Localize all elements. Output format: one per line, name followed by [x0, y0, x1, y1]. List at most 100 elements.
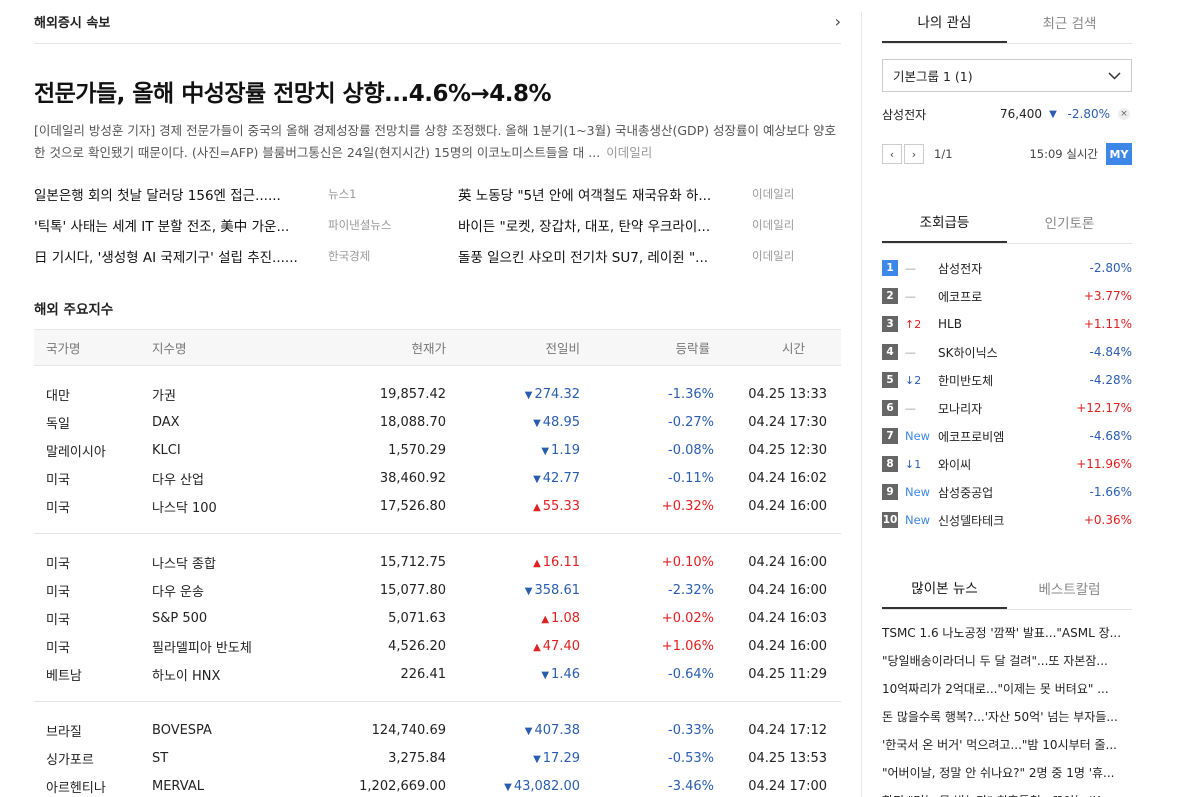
cell-index-name[interactable]: 가권: [152, 381, 312, 409]
cell-country: 베트남: [46, 669, 82, 684]
tab-search-surge[interactable]: 조회급등: [882, 200, 1007, 243]
rank-change: —: [905, 261, 916, 275]
cell-time: 04.24 17:30: [748, 415, 827, 430]
cell-index-name[interactable]: 하노이 HNX: [152, 661, 312, 689]
rank-number: 1: [882, 260, 898, 276]
cell-change: ▼ 48.95: [446, 409, 580, 437]
group-spacer: [34, 534, 841, 549]
ranking-item[interactable]: 1 — 삼성전자 -2.80%: [882, 254, 1132, 282]
cell-rate: +1.06%: [661, 639, 714, 654]
news-item[interactable]: '틱톡' 사태는 세계 IT 분할 전조, 美中 가운... 파이낸셜뉴스: [34, 209, 458, 240]
list-item[interactable]: 10억짜리가 2억대로..."이제는 못 버텨요" ...: [882, 674, 1132, 702]
ranking-item[interactable]: 10 New 신성델타테크 +0.36%: [882, 506, 1132, 534]
list-item[interactable]: 한전 "더는 못 받는다" 최후통첩...꼬이는 'K...: [882, 786, 1132, 797]
cell-index-name[interactable]: KLCI: [152, 437, 312, 465]
remove-icon[interactable]: ×: [1118, 108, 1130, 120]
news-item[interactable]: 英 노동당 "5년 안에 여객철도 재국유화 하... 이데일리: [458, 178, 838, 209]
my-button[interactable]: MY: [1106, 143, 1132, 165]
cell-rate: -2.32%: [668, 583, 714, 598]
change-value: 274.32: [534, 387, 581, 402]
cell-index-name[interactable]: S&P 500: [152, 605, 312, 633]
ranking-item[interactable]: 2 — 에코프로 +3.77%: [882, 282, 1132, 310]
table-row[interactable]: 미국 다우 운송 15,077.80 ▼ 358.61 -2.32% 04.24 16:00: [34, 577, 841, 605]
cell-time: 04.24 16:00: [748, 499, 827, 514]
cell-index-name[interactable]: 나스닥 100: [152, 493, 312, 521]
list-item[interactable]: "어버이날, 정말 안 쉬나요?" 2명 중 1명 '휴...: [882, 758, 1132, 786]
cell-country: 미국: [46, 473, 70, 488]
ranking-item[interactable]: 8 ↓1 와이씨 +11.96%: [882, 450, 1132, 478]
left-column: 해외증시 속보 › 전문가들, 올해 中성장률 전망치 상향...4.6%→4.…: [34, 0, 841, 797]
table-row[interactable]: 미국 나스닥 100 17,526.80 ▲ 55.33 +0.32% 04.24 16:0…: [34, 493, 841, 521]
news-source: 뉴스1: [328, 186, 357, 201]
news-item[interactable]: 일본은행 회의 첫날 달러당 156엔 접근...... 뉴스1: [34, 178, 458, 209]
cell-time: 04.25 13:33: [748, 387, 827, 402]
ranking-item[interactable]: 7 New 에코프로비엠 -4.68%: [882, 422, 1132, 450]
rank-stock-name: 와이씨: [938, 457, 972, 472]
cell-rate: -0.27%: [668, 415, 714, 430]
list-item[interactable]: '한국서 온 버거' 먹으려고..."밤 10시부터 줄...: [882, 730, 1132, 758]
news-headline: 돈 많을수록 행복?...'자산 50억' 넘는 부자들...: [882, 709, 1118, 724]
news-item[interactable]: 돌풍 일으킨 샤오미 전기차 SU7, 레이쥔 "... 이데일리: [458, 240, 838, 271]
cell-time: 04.24 16:00: [748, 639, 827, 654]
table-row[interactable]: 미국 다우 산업 38,460.92 ▼ 42.77 -0.11% 04.24 16:02: [34, 465, 841, 493]
rank-stock-rate: -4.84%: [1089, 345, 1132, 359]
list-item[interactable]: "당일배송이라더니 두 달 걸려"...또 자본잠...: [882, 646, 1132, 674]
rank-change: —: [905, 289, 916, 303]
cell-index-name[interactable]: 필라델피아 반도체: [152, 633, 312, 661]
prev-page-button[interactable]: ‹: [882, 144, 902, 164]
news-title: 바이든 "로켓, 장갑차, 대포, 탄약 우크라이...: [458, 218, 711, 235]
tab-best-column[interactable]: 베스트칼럼: [1007, 566, 1132, 609]
table-row[interactable]: 미국 필라델피아 반도체 4,526.20 ▲ 47.40 +1.06% 04.24 16:…: [34, 633, 841, 661]
chevron-right-icon[interactable]: ›: [835, 12, 841, 31]
cell-index-name[interactable]: 나스닥 종합: [152, 549, 312, 577]
table-row[interactable]: 독일 DAX 18,088.70 ▼ 48.95 -0.27% 04.24 17:30: [34, 409, 841, 437]
tab-most-viewed-news[interactable]: 많이본 뉴스: [882, 566, 1007, 609]
ranking-tabs: 조회급등 인기토론: [882, 200, 1132, 244]
table-row[interactable]: 브라질 BOVESPA 124,740.69 ▼ 407.38 -0.33% 04.24 1…: [34, 717, 841, 745]
ranking-item[interactable]: 4 — SK하이닉스 -4.84%: [882, 338, 1132, 366]
down-arrow-icon: ▼: [533, 474, 541, 485]
table-row[interactable]: 대만 가권 19,857.42 ▼ 274.32 -1.36% 04.25 13:33: [34, 381, 841, 409]
cell-index-name[interactable]: ST: [152, 745, 312, 773]
down-arrow-icon: ▼: [524, 586, 533, 597]
cell-price: 19,857.42: [379, 387, 446, 402]
table-row[interactable]: 미국 S&P 500 5,071.63 ▲ 1.08 +0.02% 04.24 16:03: [34, 605, 841, 633]
up-arrow-icon: ▲: [533, 558, 541, 569]
headline-link[interactable]: 전문가들, 올해 中성장률 전망치 상향...4.6%→4.8%: [34, 74, 841, 108]
cell-country: 아르헨티나: [46, 781, 106, 796]
ranking-item[interactable]: 6 — 모나리자 +12.17%: [882, 394, 1132, 422]
list-item[interactable]: TSMC 1.6 나노공정 '깜짝' 발표..."ASML 장...: [882, 618, 1132, 646]
cell-index-name[interactable]: 다우 운송: [152, 577, 312, 605]
table-row[interactable]: 베트남 하노이 HNX 226.41 ▼ 1.46 -0.64% 04.25 11:29: [34, 661, 841, 689]
table-row[interactable]: 미국 나스닥 종합 15,712.75 ▲ 16.11 +0.10% 04.24 16:00: [34, 549, 841, 577]
news-item[interactable]: 바이든 "로켓, 장갑차, 대포, 탄약 우크라이... 이데일리: [458, 209, 838, 240]
tab-my-interest[interactable]: 나의 관심: [882, 0, 1007, 43]
group-spacer: [34, 366, 841, 381]
list-item[interactable]: 돈 많을수록 행복?...'자산 50억' 넘는 부자들...: [882, 702, 1132, 730]
ranking-item[interactable]: 3 ↑2 HLB +1.11%: [882, 310, 1132, 338]
cell-change: ▲ 55.33: [446, 493, 580, 521]
watchlist-item[interactable]: 삼성전자 76,400 ▼ -2.80% ×: [882, 105, 1132, 123]
cell-price: 4,526.20: [388, 639, 446, 654]
cell-index-name[interactable]: BOVESPA: [152, 717, 312, 745]
table-row[interactable]: 말레이시아 KLCI 1,570.29 ▼ 1.19 -0.08% 04.25 12:30: [34, 437, 841, 465]
headline-summary[interactable]: [이데일리 방성훈 기자] 경제 전문가들이 중국의 올해 경제성장률 전망치를…: [34, 120, 839, 164]
news-headline: 10억짜리가 2억대로..."이제는 못 버텨요" ...: [882, 681, 1109, 696]
cell-time: 04.24 16:03: [748, 611, 827, 626]
cell-index-name[interactable]: DAX: [152, 409, 312, 437]
cell-index-name[interactable]: 다우 산업: [152, 465, 312, 493]
group-select[interactable]: 기본그룹 1 (1): [882, 59, 1132, 92]
next-page-button[interactable]: ›: [904, 144, 924, 164]
news-headline: TSMC 1.6 나노공정 '깜짝' 발표..."ASML 장...: [882, 625, 1122, 640]
news-title: 日 기시다, '생성형 AI 국제기구' 설립 추진......: [34, 249, 298, 266]
rank-change: New: [905, 429, 931, 443]
ranking-item[interactable]: 5 ↓2 한미반도체 -4.28%: [882, 366, 1132, 394]
tab-recent-search[interactable]: 최근 검색: [1007, 0, 1132, 43]
table-row[interactable]: 아르헨티나 MERVAL 1,202,669.00 ▼ 43,082.00 -3.46% 0…: [34, 773, 841, 797]
news-item[interactable]: 日 기시다, '생성형 AI 국제기구' 설립 추진...... 한국경제: [34, 240, 458, 271]
ranking-item[interactable]: 9 New 삼성중공업 -1.66%: [882, 478, 1132, 506]
tab-popular-discussion[interactable]: 인기토론: [1007, 200, 1132, 243]
table-row[interactable]: 싱가포르 ST 3,275.84 ▼ 17.29 -0.53% 04.25 13:53: [34, 745, 841, 773]
cell-index-name[interactable]: MERVAL: [152, 773, 312, 797]
rank-stock-name: 신성델타테크: [938, 513, 1005, 528]
